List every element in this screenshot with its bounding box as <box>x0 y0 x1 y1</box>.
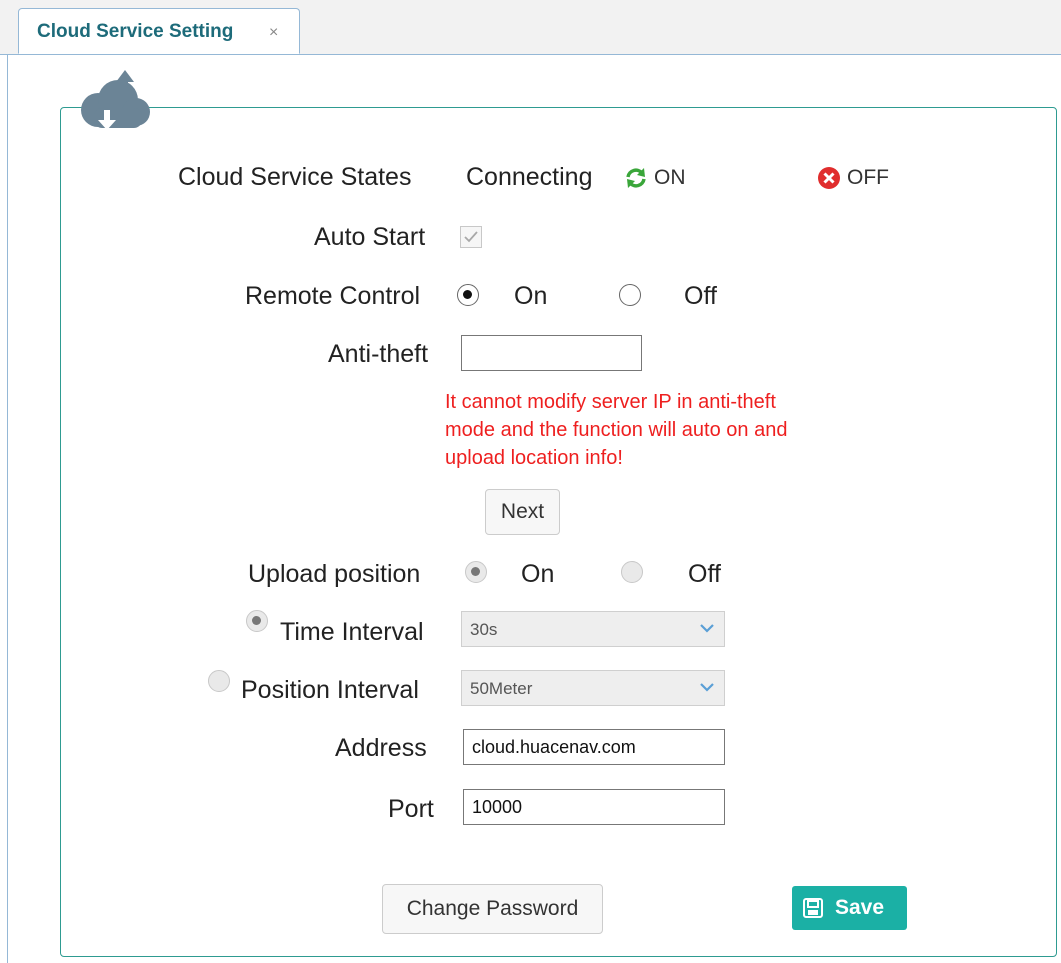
cloud-upload-download-icon <box>81 70 150 130</box>
checkmark-icon <box>464 231 478 243</box>
upload-position-off-label[interactable]: Off <box>688 560 721 589</box>
port-input[interactable] <box>463 789 725 825</box>
remote-control-label: Remote Control <box>245 282 421 310</box>
refresh-on-icon[interactable] <box>623 165 649 191</box>
upload-position-label: Upload position <box>248 560 421 588</box>
anti-theft-password-input[interactable] <box>461 335 642 371</box>
chevron-down-icon <box>700 683 714 692</box>
remote-control-off-radio[interactable] <box>619 284 641 306</box>
save-label: Save <box>835 896 885 919</box>
auto-start-label: Auto Start <box>314 223 426 251</box>
time-interval-value: 30s <box>470 620 498 639</box>
cloud-service-states-label: Cloud Service States <box>178 163 412 191</box>
upload-position-on-radio[interactable] <box>465 561 487 583</box>
warning-line: upload location info! <box>445 447 623 469</box>
position-interval-select[interactable]: 50Meter <box>461 670 725 706</box>
anti-theft-warning: It cannot modify server IP in anti-theft… <box>445 388 905 472</box>
on-link[interactable]: ON <box>654 166 686 190</box>
remote-control-on-radio[interactable] <box>457 284 479 306</box>
tab-cloud-service-setting[interactable]: Cloud Service Setting × <box>18 8 300 54</box>
time-interval-radio[interactable] <box>246 610 268 632</box>
floppy-disk-icon <box>803 898 823 918</box>
position-interval-value: 50Meter <box>470 679 533 698</box>
remote-control-on-label[interactable]: On <box>514 282 547 311</box>
address-input[interactable] <box>463 729 725 765</box>
remote-control-off-label[interactable]: Off <box>684 282 717 311</box>
tab-bar: Cloud Service Setting × <box>0 0 1061 55</box>
chevron-down-icon <box>700 624 714 633</box>
warning-line: mode and the function will auto on and <box>445 419 788 441</box>
position-interval-radio[interactable] <box>208 670 230 692</box>
position-interval-label: Position Interval <box>241 676 419 704</box>
close-off-icon[interactable] <box>817 166 841 190</box>
frame-border <box>7 54 8 963</box>
upload-position-off-radio[interactable] <box>621 561 643 583</box>
upload-position-on-label[interactable]: On <box>521 560 554 589</box>
tab-close-icon[interactable]: × <box>269 24 278 42</box>
off-link[interactable]: OFF <box>847 166 889 190</box>
connection-status: Connecting <box>466 163 593 191</box>
change-password-button[interactable]: Change Password <box>382 884 603 934</box>
save-button[interactable]: Save <box>792 886 907 930</box>
address-label: Address <box>335 734 427 762</box>
tab-title[interactable]: Cloud Service Setting <box>37 21 233 43</box>
time-interval-label: Time Interval <box>280 618 424 646</box>
warning-line: It cannot modify server IP in anti-theft <box>445 391 776 413</box>
time-interval-select[interactable]: 30s <box>461 611 725 647</box>
port-label: Port <box>388 795 434 823</box>
auto-start-checkbox[interactable] <box>460 226 482 248</box>
anti-theft-label: Anti-theft <box>328 340 429 368</box>
next-button[interactable]: Next <box>485 489 560 535</box>
